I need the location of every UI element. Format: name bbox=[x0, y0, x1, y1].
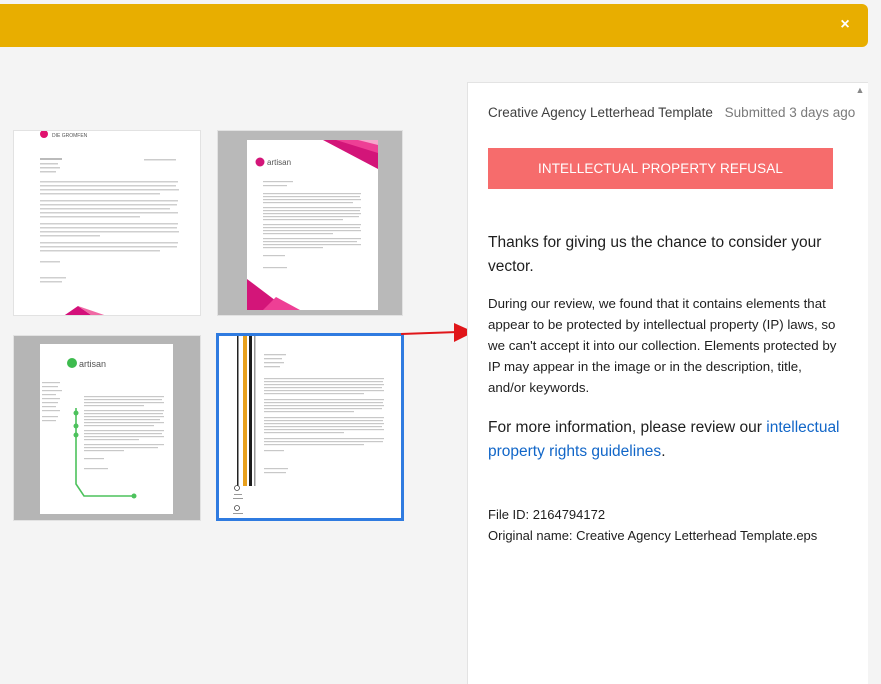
original-name: Original name: Creative Agency Letterhea… bbox=[488, 528, 818, 543]
letterhead-preview-1: DIE GROMFEN bbox=[14, 131, 200, 315]
thumbnail-1[interactable]: DIE GROMFEN bbox=[13, 130, 201, 316]
thumbnail-3[interactable]: artisan bbox=[13, 335, 201, 521]
more-info-prefix: For more information, please review our bbox=[488, 419, 767, 436]
file-id: File ID: 2164794172 bbox=[488, 507, 606, 522]
letterhead-preview-4 bbox=[219, 336, 401, 518]
scroll-up-icon[interactable]: ▲ bbox=[854, 84, 866, 96]
letterhead-preview-3: artisan bbox=[14, 336, 200, 520]
thanks-message: Thanks for giving us the chance to consi… bbox=[488, 234, 822, 275]
thumbnail-logo-text: artisan bbox=[79, 359, 106, 369]
letterhead-preview-2: artisan bbox=[218, 131, 402, 315]
panel-header: Creative Agency Letterhead Template Subm… bbox=[488, 105, 855, 120]
thumbnail-2[interactable]: artisan bbox=[217, 130, 403, 316]
thumbnail-logo-text: artisan bbox=[267, 158, 291, 167]
review-explanation: During our review, we found that it cont… bbox=[488, 296, 837, 395]
close-icon[interactable]: × bbox=[836, 16, 854, 34]
thumbnail-logo-text: DIE GROMFEN bbox=[52, 133, 88, 139]
notification-banner: × bbox=[0, 4, 868, 47]
more-info-text: For more information, please review our … bbox=[488, 416, 840, 464]
refusal-status-badge: INTELLECTUAL PROPERTY REFUSAL bbox=[488, 148, 833, 189]
red-arrow-icon bbox=[400, 323, 474, 342]
submitted-time: Submitted 3 days ago bbox=[724, 105, 856, 120]
asset-title: Creative Agency Letterhead Template bbox=[488, 105, 713, 120]
thumbnail-4-selected[interactable] bbox=[216, 333, 404, 521]
refusal-detail-panel: Creative Agency Letterhead Template Subm… bbox=[467, 82, 868, 684]
more-info-suffix: . bbox=[661, 443, 666, 460]
